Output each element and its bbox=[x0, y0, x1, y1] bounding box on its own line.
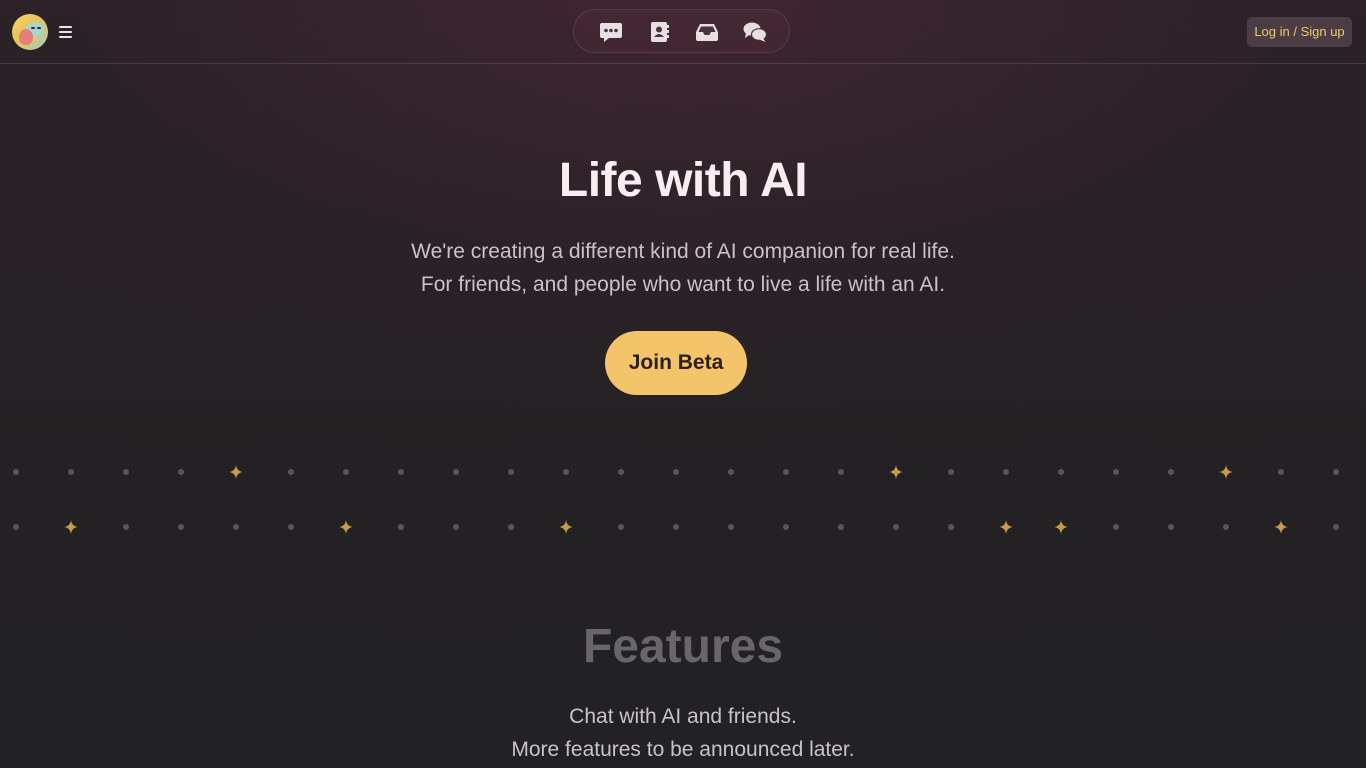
sparkle-icon bbox=[1219, 465, 1233, 479]
features-heading: Features bbox=[582, 620, 784, 673]
decorative-dot bbox=[948, 524, 954, 530]
features-line-1: Chat with AI and friends. bbox=[569, 705, 797, 728]
sparkle-icon bbox=[999, 520, 1013, 534]
decorative-dot bbox=[13, 469, 19, 475]
login-signup-button[interactable]: Log in / Sign up bbox=[1247, 17, 1352, 47]
decorative-dot bbox=[398, 469, 404, 475]
decorative-dot bbox=[508, 524, 514, 530]
hero-subtitle-line-2: For friends, and people who want to live… bbox=[420, 273, 946, 296]
decorative-dot bbox=[948, 469, 954, 475]
decorative-dot bbox=[508, 469, 514, 475]
decorative-dot bbox=[13, 524, 19, 530]
decorative-dot bbox=[233, 524, 239, 530]
decorative-dot bbox=[453, 469, 459, 475]
hamburger-menu-icon[interactable] bbox=[57, 22, 75, 42]
decorative-dot bbox=[1003, 469, 1009, 475]
decorative-dot bbox=[783, 469, 789, 475]
decorative-dot bbox=[123, 469, 129, 475]
hero-subtitle: We're creating a different kind of AI co… bbox=[0, 235, 1366, 301]
main-nav bbox=[573, 9, 790, 53]
decorative-dot bbox=[398, 524, 404, 530]
decorative-dot bbox=[1278, 469, 1284, 475]
decorative-dot bbox=[123, 524, 129, 530]
decorative-dot bbox=[343, 469, 349, 475]
decorative-dot bbox=[288, 524, 294, 530]
features-line-2: More features to be announced later. bbox=[511, 738, 855, 761]
decorative-dot bbox=[893, 524, 899, 530]
logo-eye-left bbox=[31, 27, 35, 29]
decorative-dot bbox=[673, 524, 679, 530]
decorative-dot bbox=[1168, 469, 1174, 475]
features-description: Chat with AI and friends. More features … bbox=[0, 700, 1366, 766]
decorative-dots-row-2 bbox=[0, 520, 1366, 547]
decorative-dot bbox=[1333, 469, 1339, 475]
sparkle-icon bbox=[1274, 520, 1288, 534]
decorative-dots-row-1 bbox=[0, 465, 1366, 492]
app-logo[interactable] bbox=[12, 14, 48, 50]
hero-title: Life with AI bbox=[558, 154, 808, 207]
decorative-dot bbox=[1333, 524, 1339, 530]
decorative-dot bbox=[178, 524, 184, 530]
decorative-dot bbox=[453, 524, 459, 530]
decorative-dot bbox=[1113, 469, 1119, 475]
decorative-dot bbox=[1223, 524, 1229, 530]
decorative-dot bbox=[178, 469, 184, 475]
decorative-dot bbox=[288, 469, 294, 475]
conversations-icon[interactable] bbox=[742, 19, 768, 45]
decorative-dot bbox=[838, 524, 844, 530]
logo-eye-right bbox=[37, 27, 41, 29]
contact-book-icon[interactable] bbox=[646, 19, 672, 45]
decorative-dot bbox=[618, 524, 624, 530]
decorative-dot bbox=[783, 524, 789, 530]
sparkle-icon bbox=[1054, 520, 1068, 534]
decorative-dot bbox=[838, 469, 844, 475]
inbox-icon[interactable] bbox=[694, 19, 720, 45]
join-beta-button[interactable]: Join Beta bbox=[605, 331, 747, 395]
decorative-dot bbox=[1168, 524, 1174, 530]
sparkle-icon bbox=[64, 520, 78, 534]
chat-bubble-icon[interactable] bbox=[598, 19, 624, 45]
sparkle-icon bbox=[339, 520, 353, 534]
top-bar: Log in / Sign up bbox=[0, 0, 1366, 64]
decorative-dot bbox=[618, 469, 624, 475]
decorative-dot bbox=[728, 524, 734, 530]
decorative-dot bbox=[1058, 469, 1064, 475]
sparkle-icon bbox=[559, 520, 573, 534]
decorative-dot bbox=[68, 469, 74, 475]
hero-subtitle-line-1: We're creating a different kind of AI co… bbox=[411, 240, 955, 263]
decorative-dot bbox=[563, 469, 569, 475]
decorative-dot bbox=[673, 469, 679, 475]
sparkle-icon bbox=[229, 465, 243, 479]
logo-blob bbox=[19, 29, 33, 45]
decorative-dot bbox=[728, 469, 734, 475]
sparkle-icon bbox=[889, 465, 903, 479]
decorative-dot bbox=[1113, 524, 1119, 530]
